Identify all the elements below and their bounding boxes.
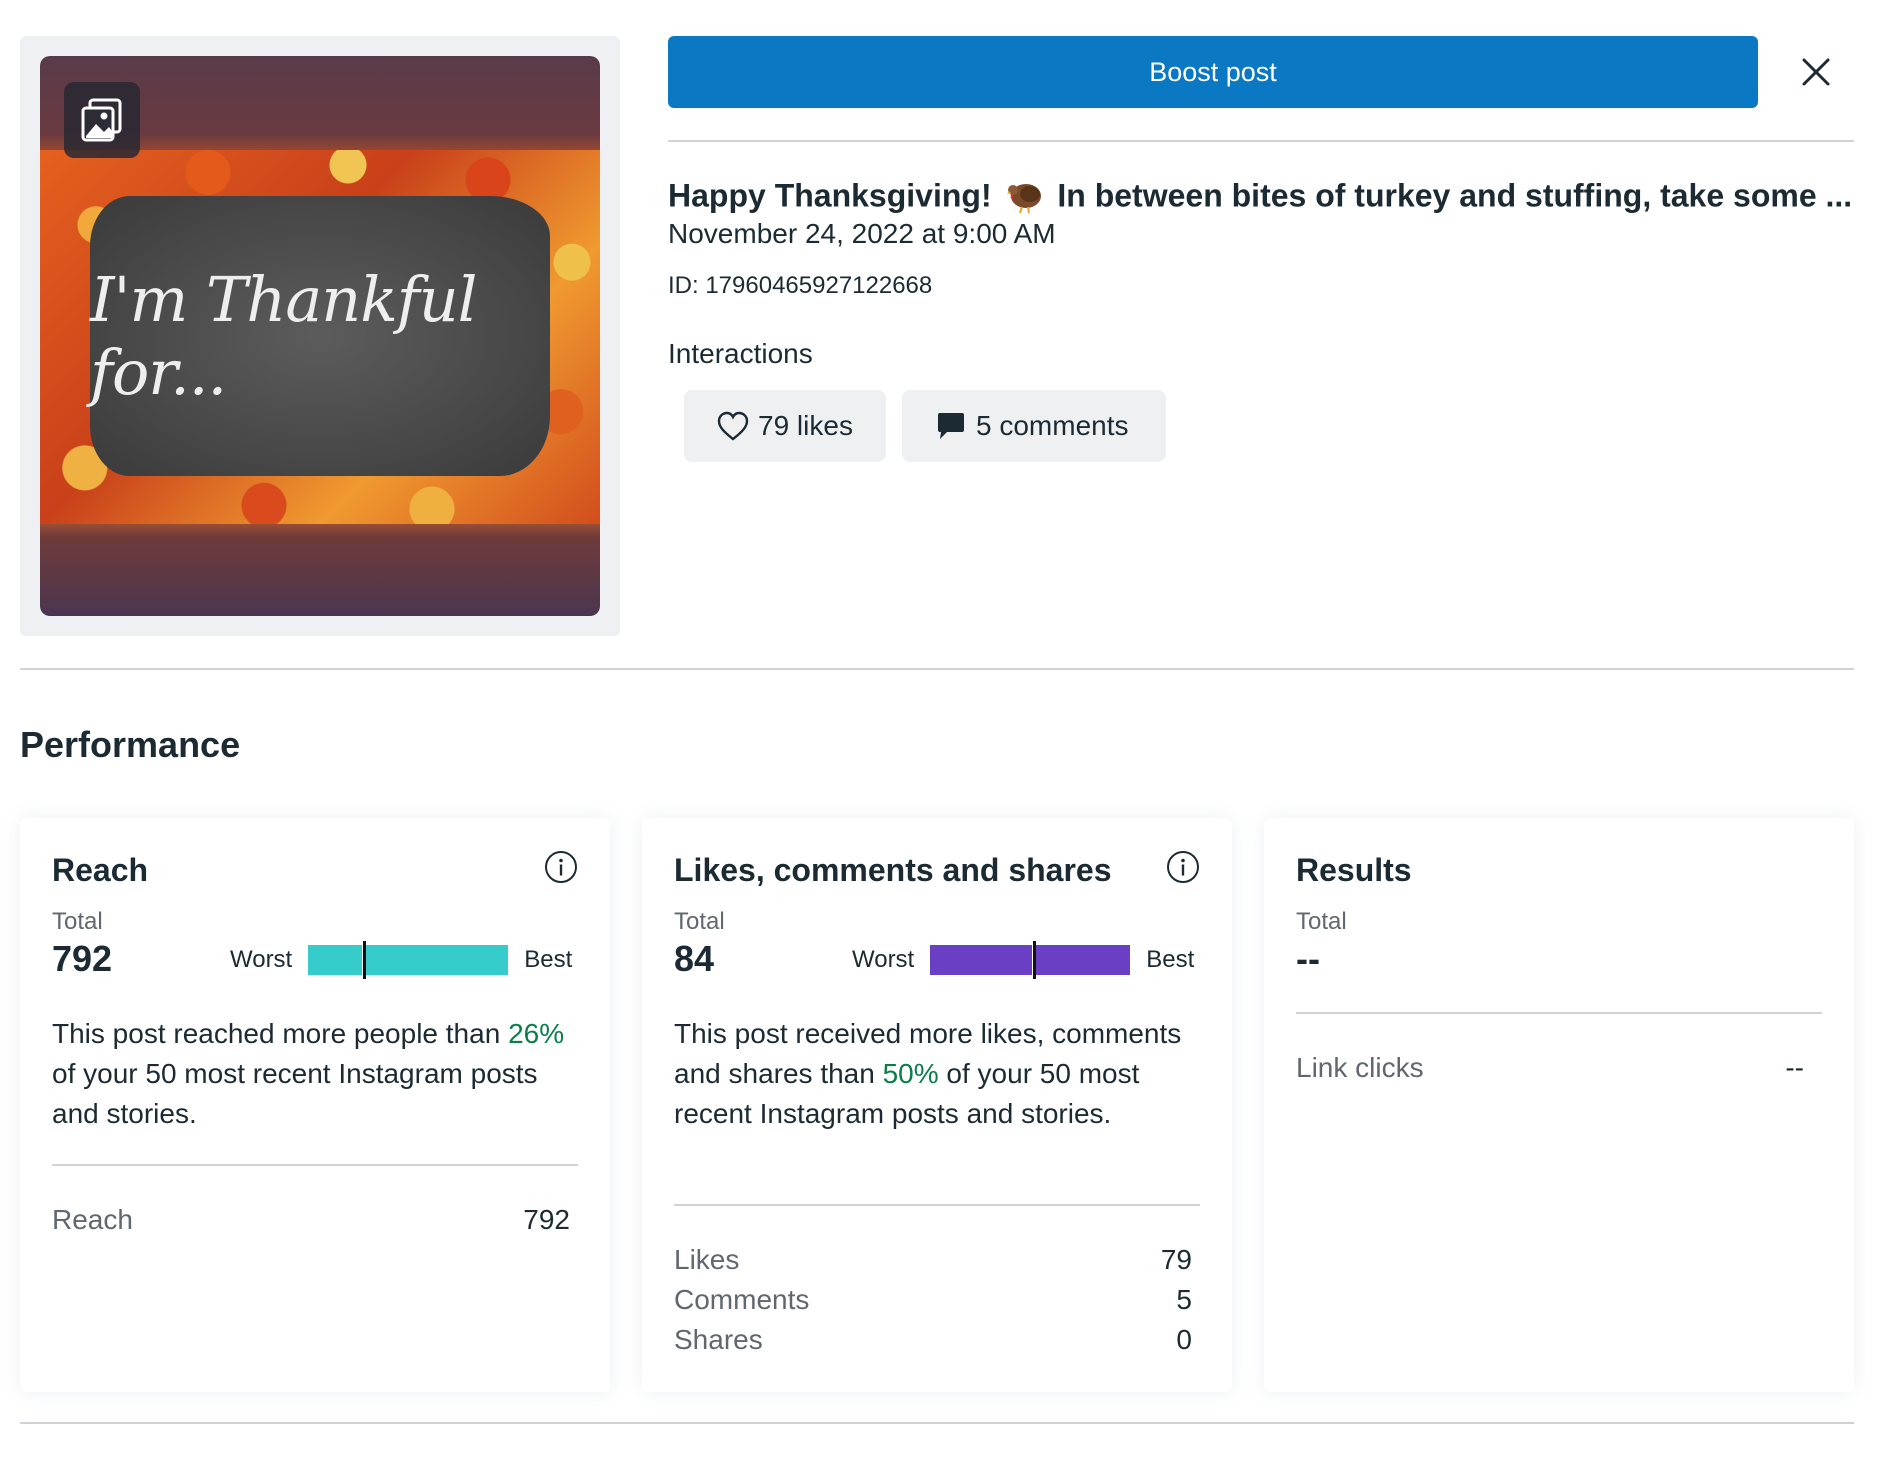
post-date: November 24, 2022 at 9:00 AM (668, 218, 1056, 249)
post-image[interactable]: I'm Thankful for... (40, 56, 600, 616)
metric-row-likes: Likes 79 (674, 1240, 1192, 1280)
metric-value: 79 (1160, 1244, 1192, 1275)
worst-label: Worst (852, 946, 915, 973)
divider (20, 668, 1854, 670)
metric-label: Shares (674, 1324, 763, 1355)
percentile-marker (363, 941, 367, 979)
best-label: Best (524, 946, 573, 973)
percentile-bar (308, 941, 509, 979)
metric-row-comments: Comments 5 (674, 1280, 1192, 1320)
info-icon[interactable] (1166, 850, 1200, 884)
info-icon[interactable] (544, 850, 578, 884)
post-media-frame: I'm Thankful for... (20, 36, 620, 636)
post-insights-panel: I'm Thankful for... Boost post Happy Tha… (0, 0, 1884, 1470)
turkey-emoji-icon (1004, 174, 1044, 222)
metric-value: 0 (1176, 1324, 1192, 1355)
card-title: Results (1296, 852, 1412, 888)
post-caption-end: In between bites of turkey and stuffing,… (1057, 177, 1853, 214)
metric-row-shares: Shares 0 (674, 1320, 1192, 1360)
metric-row-reach: Reach 792 (52, 1200, 570, 1240)
performance-heading: Performance (20, 724, 241, 765)
likes-chip[interactable]: 79 likes (684, 390, 886, 462)
comments-chip[interactable]: 5 comments (902, 390, 1166, 462)
metric-value: 5 (1176, 1284, 1192, 1315)
chalkboard-text: I'm Thankful for... (90, 263, 478, 409)
results-card: Results Total -- Link clicks -- (1264, 818, 1854, 1392)
reach-description: This post reached more people than 26% o… (52, 1014, 582, 1134)
card-title: Likes, comments and shares (674, 852, 1112, 888)
total-value: 84 (674, 938, 715, 979)
boost-post-button[interactable]: Boost post (668, 36, 1758, 108)
metric-label: Likes (674, 1244, 740, 1275)
interactions-heading: Interactions (668, 338, 813, 369)
percentage-highlight: 50% (882, 1058, 939, 1089)
metric-value: 792 (523, 1204, 570, 1235)
divider (1296, 1012, 1822, 1014)
heart-icon (717, 411, 749, 441)
metric-label: Reach (52, 1204, 133, 1235)
post-caption-start: Happy Thanksgiving! (668, 177, 992, 214)
percentile-bar (930, 941, 1131, 979)
worst-label: Worst (230, 946, 293, 973)
metric-label: Comments (674, 1284, 810, 1315)
best-label: Best (1146, 946, 1195, 973)
metric-value: -- (1785, 1052, 1804, 1083)
engagement-description: This post received more likes, comments … (674, 1014, 1204, 1134)
engagement-card: Likes, comments and shares Total 84 Wors… (642, 818, 1232, 1392)
percentile-scale: Worst Best (852, 941, 1195, 979)
metric-row-link-clicks: Link clicks -- (1296, 1048, 1804, 1088)
total-value: 792 (52, 938, 113, 979)
post-caption: Happy Thanksgiving! In between bites of … (668, 174, 1854, 222)
post-id: ID: 17960465927122668 (668, 272, 933, 299)
comments-count: 5 comments (976, 410, 1129, 441)
chalkboard-image: I'm Thankful for... (90, 196, 550, 476)
reach-card: Reach Total 792 Worst Best This post rea… (20, 818, 610, 1392)
total-value: -- (1296, 938, 1320, 979)
divider (668, 140, 1854, 142)
divider (20, 1422, 1854, 1424)
total-label: Total (1296, 908, 1347, 935)
carousel-icon (64, 82, 140, 158)
metric-label: Link clicks (1296, 1052, 1424, 1083)
comment-bubble-icon (938, 413, 964, 439)
divider (52, 1164, 578, 1166)
percentile-scale: Worst Best (230, 941, 573, 979)
divider (674, 1204, 1200, 1206)
total-label: Total (52, 908, 103, 935)
likes-count: 79 likes (758, 410, 853, 441)
percentage-highlight: 26% (508, 1018, 565, 1049)
description-text: This post reached more people than (52, 1018, 509, 1049)
close-icon[interactable] (1796, 52, 1836, 92)
percentile-marker (1033, 941, 1037, 979)
description-text: of your 50 most recent Instagram posts a… (52, 1058, 538, 1129)
total-label: Total (674, 908, 725, 935)
card-title: Reach (52, 852, 149, 888)
